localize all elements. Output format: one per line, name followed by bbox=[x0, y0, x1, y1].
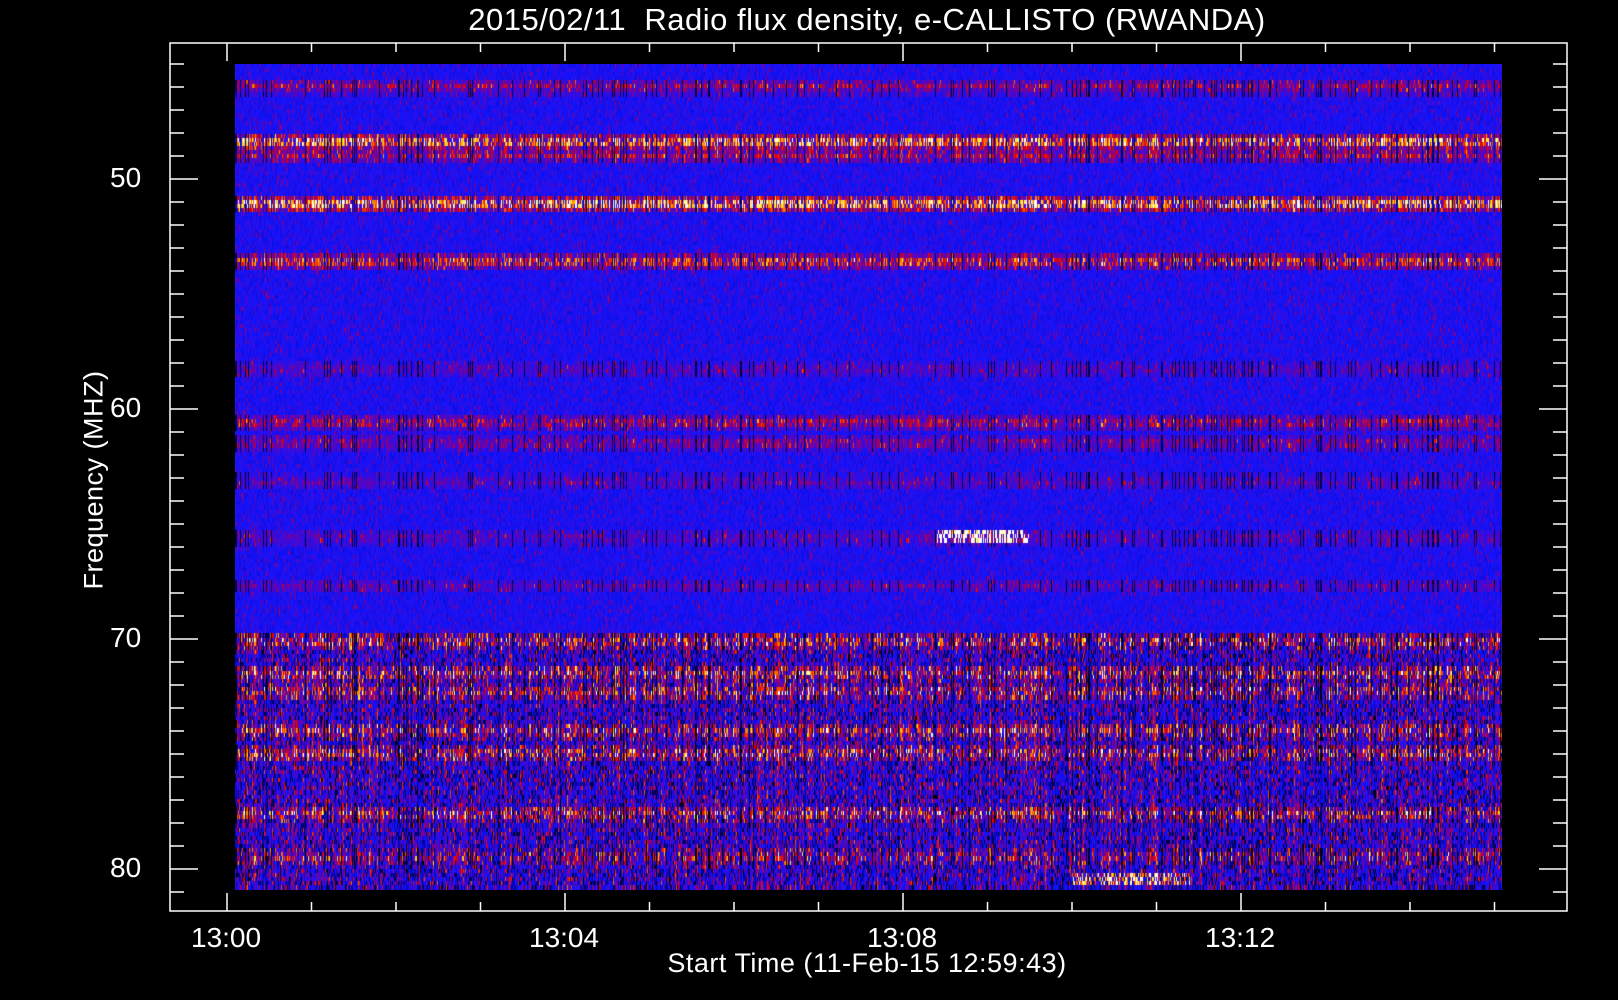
y-tick-label: 50 bbox=[110, 162, 142, 193]
y-tick-label: 80 bbox=[110, 852, 142, 883]
plot-axes bbox=[169, 42, 1568, 912]
y-tick-label: 60 bbox=[110, 392, 142, 423]
y-tick-label: 70 bbox=[110, 622, 142, 653]
x-axis-label: Start Time (11-Feb-15 12:59:43) bbox=[667, 948, 1067, 978]
y-axis-label: Frequency (MHZ) bbox=[78, 370, 109, 590]
plot-frame bbox=[169, 42, 1568, 912]
